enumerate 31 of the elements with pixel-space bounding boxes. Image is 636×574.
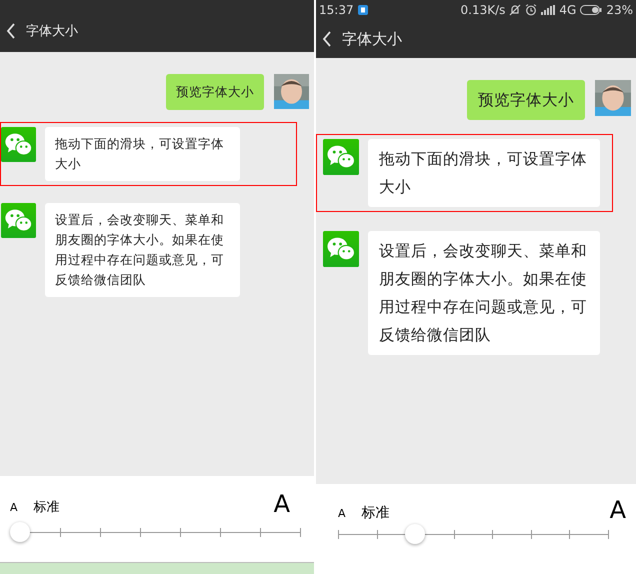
alarm-icon [525, 4, 538, 16]
message-bubble: 预览字体大小 [166, 74, 264, 110]
network-type: 4G [559, 3, 576, 17]
network-speed: 0.13K/s [460, 3, 506, 17]
chat-logo-icon [1, 127, 36, 162]
notification-icon [358, 5, 368, 15]
status-time: 15:37 [319, 3, 354, 17]
large-size-label: A [274, 492, 290, 516]
message-bubble: 拖动下面的滑块，可设置字体大小 [368, 139, 600, 207]
small-size-label: A [10, 501, 18, 516]
page-title: 字体大小 [26, 23, 78, 40]
signal-icon [541, 5, 556, 15]
battery-icon [580, 5, 602, 15]
current-size-label: 标准 [34, 499, 60, 516]
chat-logo-icon [323, 231, 359, 267]
back-icon [6, 23, 16, 39]
current-size-label: 标准 [362, 504, 390, 522]
message-bubble: 设置后，会改变聊天、菜单和朋友圈的字体大小。如果在使用过程中存在问题或意见，可反馈给微信团队 [45, 203, 240, 297]
slider-thumb[interactable] [405, 524, 426, 544]
message-bubble: 设置后，会改变聊天、菜单和朋友圈的字体大小。如果在使用过程中存在问题或意见，可反馈给微信团队 [368, 231, 600, 355]
small-size-label: A [338, 507, 346, 522]
battery-level: 23% [606, 3, 633, 17]
chat-logo-icon [323, 139, 359, 175]
message-bubble: 预览字体大小 [467, 80, 585, 120]
back-icon [322, 31, 332, 47]
page-title: 字体大小 [342, 30, 402, 48]
slider-thumb[interactable] [10, 522, 30, 542]
large-size-label: A [610, 498, 626, 522]
mute-icon [509, 4, 522, 16]
chat-logo-icon [1, 203, 36, 238]
message-bubble: 拖动下面的滑块，可设置字体大小 [45, 127, 240, 181]
